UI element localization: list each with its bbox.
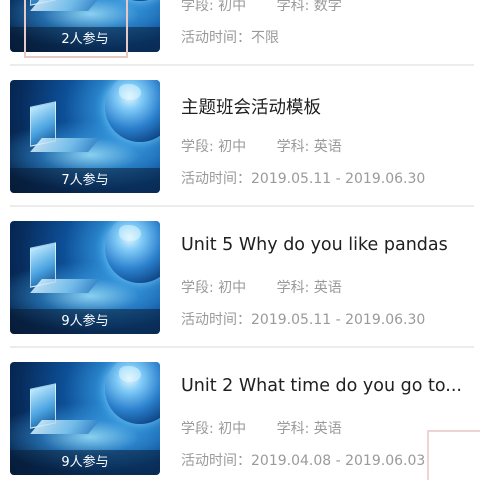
stage-label: 学段: 初中 (181, 280, 247, 296)
activity-thumbnail[interactable]: 7人参与 (10, 80, 160, 193)
activity-thumbnail[interactable]: 9人参与 (10, 221, 160, 334)
activity-title[interactable]: Unit 2 What time do you go to... (181, 376, 471, 396)
activity-item[interactable]: 7人参与 主题班会活动模板 学段: 初中 学科: 英语 活动时间：2019.05… (0, 66, 480, 207)
stage-label: 学段: 初中 (181, 0, 247, 14)
participant-count: 9人参与 (10, 450, 160, 475)
stage-label: 学段: 初中 (181, 421, 247, 437)
activity-thumbnail[interactable]: 9人参与 (10, 362, 160, 475)
activity-item[interactable]: 2人参与 学段: 初中 学科: 数学 活动时间：不限 (0, 0, 480, 66)
activity-time: 活动时间：2019.04.08 - 2019.06.03 (181, 453, 426, 469)
subject-label: 学科: 英语 (276, 421, 342, 437)
activity-meta: 学段: 初中 学科: 英语 (181, 136, 342, 156)
participant-count: 2人参与 (10, 27, 160, 52)
activity-time: 活动时间：不限 (181, 30, 279, 46)
activity-time: 活动时间：2019.05.11 - 2019.06.30 (181, 312, 426, 328)
activity-item[interactable]: 9人参与 Unit 2 What time do you go to... 学段… (0, 348, 480, 480)
activity-meta: 学段: 初中 学科: 数学 (181, 0, 342, 15)
subject-label: 学科: 数学 (276, 0, 342, 14)
activity-thumbnail[interactable]: 2人参与 (10, 0, 160, 52)
activity-title[interactable]: Unit 5 Why do you like pandas (181, 235, 471, 255)
activity-meta: 学段: 初中 学科: 英语 (181, 277, 342, 297)
activity-time: 活动时间：2019.05.11 - 2019.06.30 (181, 171, 426, 187)
participant-count: 9人参与 (10, 309, 160, 334)
activity-item[interactable]: 9人参与 Unit 5 Why do you like pandas 学段: 初… (0, 207, 480, 348)
subject-label: 学科: 英语 (276, 139, 342, 155)
stage-label: 学段: 初中 (181, 139, 247, 155)
activity-meta: 学段: 初中 学科: 英语 (181, 418, 342, 438)
subject-label: 学科: 英语 (276, 280, 342, 296)
activity-title[interactable]: 主题班会活动模板 (181, 94, 471, 119)
participant-count: 7人参与 (10, 168, 160, 193)
